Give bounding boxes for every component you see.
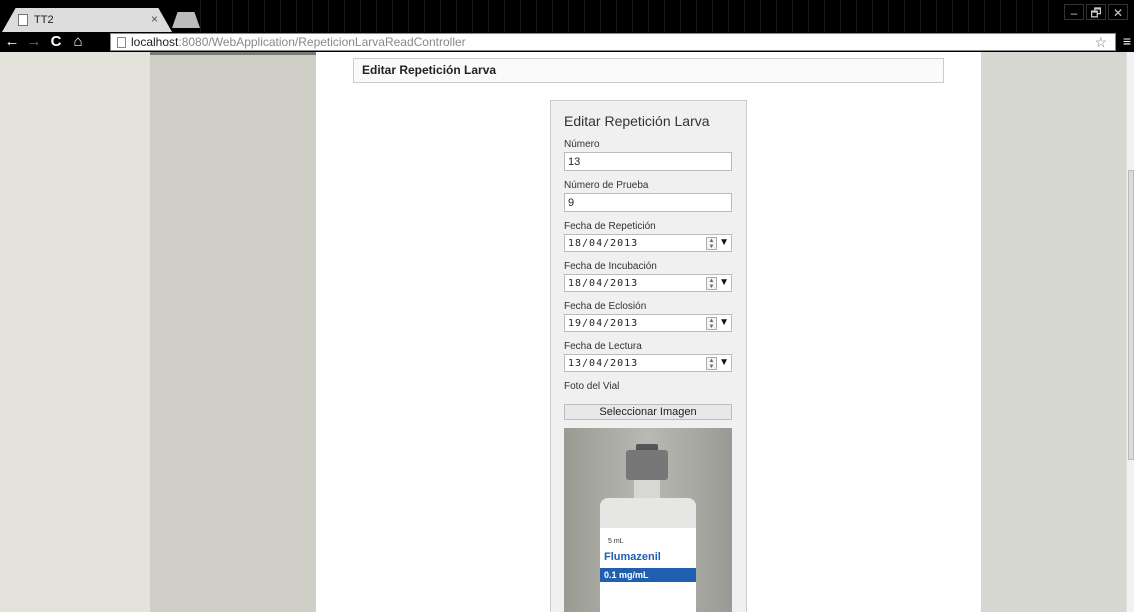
date-dropdown-icon[interactable]: ▼ — [719, 237, 729, 248]
address-bar[interactable]: localhost :8080/WebApplication/Repeticio… — [110, 33, 1116, 51]
spin-down-icon[interactable]: ▼ — [709, 324, 715, 330]
select-image-button[interactable]: Seleccionar Imagen — [564, 404, 732, 420]
vial-neck — [634, 480, 660, 500]
url-path: :8080/WebApplication/RepeticionLarvaRead… — [178, 35, 466, 49]
page-icon — [18, 14, 28, 26]
restore-button[interactable]: 🗗 — [1086, 4, 1106, 20]
vial-photo: 5 mL Flumazenil 0.1 mg/mL — [564, 428, 732, 612]
url-host: localhost — [131, 35, 179, 49]
fecha-lectura-label: Fecha de Lectura — [564, 341, 642, 352]
date-spinner-icon[interactable]: ▲ ▼ — [706, 357, 717, 370]
edit-form: Editar Repetición Larva Número 13 Número… — [550, 100, 747, 612]
fecha-eclosion-label: Fecha de Eclosión — [564, 301, 647, 312]
close-window-button[interactable]: ✕ — [1108, 4, 1128, 20]
main-content: Editar Repetición Larva Editar Repetició… — [316, 52, 981, 612]
forward-icon[interactable]: → — [24, 33, 44, 51]
numero-prueba-input[interactable]: 9 — [564, 193, 732, 212]
fecha-incubacion-label: Fecha de Incubación — [564, 261, 657, 272]
titlebar-background — [200, 0, 1064, 32]
vial-volume-text: 5 mL — [608, 538, 624, 545]
fecha-eclosion-input[interactable]: 19/04/2013 ▲ ▼ ▼ — [564, 314, 732, 332]
foto-vial-label: Foto del Vial — [564, 381, 620, 392]
date-spinner-icon[interactable]: ▲ ▼ — [706, 277, 717, 290]
close-tab-icon[interactable]: × — [151, 12, 158, 26]
home-icon[interactable]: ⌂ — [68, 33, 88, 51]
vial-drug-name: Flumazenil — [604, 551, 661, 563]
minimize-button[interactable]: – — [1064, 4, 1084, 20]
date-spinner-icon[interactable]: ▲ ▼ — [706, 237, 717, 250]
numero-input[interactable]: 13 — [564, 152, 732, 171]
reload-icon[interactable]: C — [46, 33, 66, 51]
numero-label: Número — [564, 139, 600, 150]
fecha-repeticion-value: 18/04/2013 — [568, 237, 639, 249]
window-controls: – 🗗 ✕ — [1064, 4, 1128, 20]
right-column — [981, 52, 1126, 612]
tab-title: TT2 — [34, 14, 54, 26]
browser-titlebar: TT2 × – 🗗 ✕ — [0, 0, 1134, 32]
fecha-repeticion-input[interactable]: 18/04/2013 ▲ ▼ ▼ — [564, 234, 732, 252]
vial-concentration: 0.1 mg/mL — [604, 570, 649, 580]
bookmark-star-icon[interactable]: ☆ — [1094, 34, 1107, 51]
fecha-repeticion-label: Fecha de Repetición — [564, 221, 656, 232]
left-column — [150, 52, 316, 612]
date-dropdown-icon[interactable]: ▼ — [719, 357, 729, 368]
new-tab-button[interactable] — [172, 12, 200, 28]
vial-cap — [626, 450, 668, 480]
spin-down-icon[interactable]: ▼ — [709, 284, 715, 290]
page-icon — [117, 36, 126, 48]
numero-prueba-label: Número de Prueba — [564, 180, 649, 191]
browser-tab[interactable]: TT2 × — [2, 8, 172, 32]
spin-down-icon[interactable]: ▼ — [709, 244, 715, 250]
spin-down-icon[interactable]: ▼ — [709, 364, 715, 370]
fecha-incubacion-value: 18/04/2013 — [568, 277, 639, 289]
fecha-lectura-input[interactable]: 13/04/2013 ▲ ▼ ▼ — [564, 354, 732, 372]
page-header: Editar Repetición Larva — [353, 58, 944, 83]
vertical-scrollbar[interactable] — [1126, 52, 1134, 612]
fecha-incubacion-input[interactable]: 18/04/2013 ▲ ▼ ▼ — [564, 274, 732, 292]
browser-toolbar: ← → C ⌂ localhost :8080/WebApplication/R… — [0, 32, 1134, 52]
date-dropdown-icon[interactable]: ▼ — [719, 317, 729, 328]
browser-menu-icon[interactable]: ≡ — [1123, 33, 1131, 49]
date-dropdown-icon[interactable]: ▼ — [719, 277, 729, 288]
scrollbar-thumb[interactable] — [1128, 170, 1134, 460]
date-spinner-icon[interactable]: ▲ ▼ — [706, 317, 717, 330]
fecha-lectura-value: 13/04/2013 — [568, 357, 639, 369]
fecha-eclosion-value: 19/04/2013 — [568, 317, 639, 329]
form-title: Editar Repetición Larva — [564, 113, 710, 129]
page: Editar Repetición Larva Editar Repetició… — [0, 52, 1126, 612]
back-icon[interactable]: ← — [2, 33, 22, 51]
